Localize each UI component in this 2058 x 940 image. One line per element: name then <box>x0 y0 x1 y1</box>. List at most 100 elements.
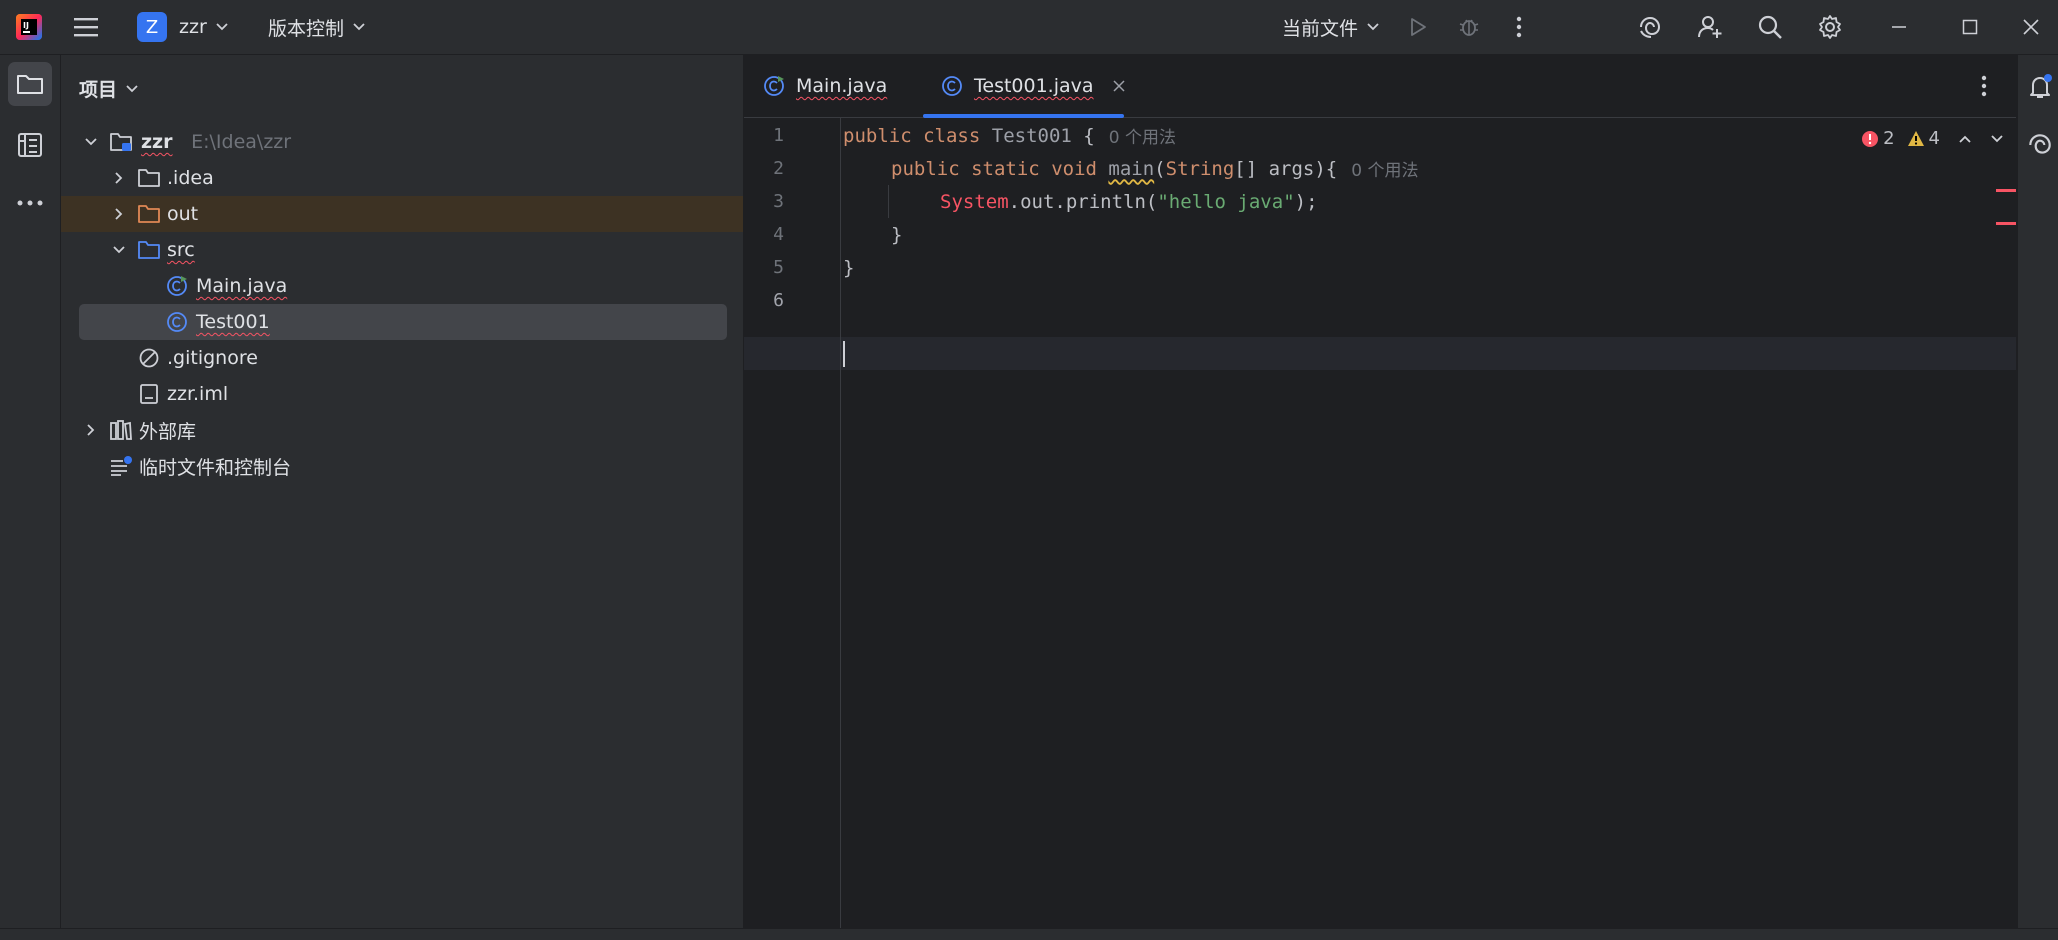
inspection-widget[interactable]: 2 4 <box>1861 128 2004 149</box>
line-number: 1 <box>773 125 784 146</box>
tree-row-gitignore[interactable]: .gitignore <box>61 340 743 376</box>
code-token: [] args){ <box>1234 157 1338 180</box>
error-stripe-mark[interactable] <box>1996 189 2016 192</box>
play-icon <box>1411 18 1426 36</box>
chevron-right-icon[interactable] <box>111 170 127 186</box>
hamburger-icon <box>74 18 98 37</box>
close-window-button[interactable] <box>2012 8 2050 46</box>
run-config-label: 当前文件 <box>1282 17 1359 40</box>
java-main-class-icon <box>165 274 189 298</box>
maximize-button[interactable] <box>1951 8 1989 46</box>
maximize-icon <box>1962 19 1978 35</box>
editor-tabs: Main.java Test001.java <box>744 55 2016 118</box>
run-config-selector[interactable]: 当前文件 <box>1282 0 1380 54</box>
java-main-class-icon <box>764 76 784 96</box>
chevron-down-icon[interactable] <box>111 242 127 258</box>
tab-main-java[interactable]: Main.java <box>762 55 887 117</box>
notifications-button[interactable] <box>2026 73 2054 106</box>
main-menu-button[interactable] <box>68 8 106 46</box>
error-count[interactable]: 2 <box>1861 128 1895 149</box>
code-line-1[interactable]: public class Test001 {0 个用法 <box>843 119 1176 152</box>
gutter-divider <box>840 117 841 939</box>
left-tool-strip <box>0 55 61 939</box>
chevron-down-icon[interactable] <box>1990 134 2004 144</box>
more-tools-button[interactable] <box>8 181 52 225</box>
add-user-icon <box>1698 16 1722 38</box>
tree-label-gitignore: .gitignore <box>167 347 258 369</box>
code-token: public <box>843 124 912 147</box>
warning-count[interactable]: 4 <box>1907 128 1940 149</box>
indent-guide <box>888 185 889 218</box>
chevron-down-icon <box>1367 23 1379 31</box>
tree-row-scratches[interactable]: 临时文件和控制台 <box>61 448 743 484</box>
kebab-icon <box>1981 75 1987 97</box>
chevron-up-icon[interactable] <box>1958 134 1972 144</box>
tree-label-scratches: 临时文件和控制台 <box>139 456 292 479</box>
error-icon <box>1862 130 1879 147</box>
code-token: System <box>940 190 1009 213</box>
right-tool-strip <box>2017 55 2058 939</box>
error-stripe-mark[interactable] <box>1996 222 2016 225</box>
code-token: ( <box>1154 157 1166 180</box>
project-tool-button[interactable] <box>8 62 52 106</box>
tree-row-out[interactable]: out <box>61 196 743 232</box>
debug-button[interactable] <box>1450 8 1488 46</box>
add-user-button[interactable] <box>1691 8 1729 46</box>
title-bar: IJ Z zzr 版本控制 当前文件 <box>0 0 2058 55</box>
chevron-down-icon[interactable] <box>83 134 99 150</box>
more-actions-button[interactable] <box>1500 8 1538 46</box>
project-selector[interactable]: Z zzr <box>137 0 229 54</box>
code-line-4[interactable]: } <box>891 218 902 251</box>
more-icon <box>17 200 43 206</box>
ignore-file-icon <box>137 346 161 370</box>
tree-row-zzr[interactable]: zzr E:\Idea\zzr <box>61 124 743 160</box>
code-line-5[interactable]: } <box>843 251 854 284</box>
tree-row-zzr-iml[interactable]: zzr.iml <box>61 376 743 412</box>
active-tab-indicator <box>923 114 1124 118</box>
code-line-2[interactable]: public static void main(String[] args){0… <box>891 152 1418 185</box>
search-button[interactable] <box>1751 8 1789 46</box>
tree-label-idea: .idea <box>167 167 214 189</box>
tree-label-zzr: zzr <box>141 131 173 153</box>
app-logo-icon[interactable]: IJ <box>14 0 44 54</box>
chevron-down-icon <box>126 84 138 92</box>
vcs-menu[interactable]: 版本控制 <box>268 0 366 54</box>
settings-button[interactable] <box>1811 8 1849 46</box>
code-line-3[interactable]: System .out.println("hello java"); <box>940 185 1318 218</box>
search-icon <box>1758 15 1782 39</box>
run-button[interactable] <box>1399 8 1437 46</box>
tree-row-idea[interactable]: .idea <box>61 160 743 196</box>
minimize-button[interactable] <box>1880 8 1918 46</box>
folder-icon <box>17 75 43 94</box>
tree-label-test001: Test001 <box>196 311 270 333</box>
code-token: Test001 <box>991 124 1072 147</box>
gear-icon <box>1819 15 1841 39</box>
structure-tool-button[interactable] <box>8 123 52 167</box>
folder-icon <box>137 166 161 190</box>
tree-row-test001[interactable]: Test001 <box>79 304 727 340</box>
usage-hint[interactable]: 0 个用法 <box>1351 156 1418 181</box>
source-folder-icon <box>137 238 161 262</box>
bell-icon <box>2030 74 2052 98</box>
tree-label-zzr-iml: zzr.iml <box>167 383 229 405</box>
chevron-right-icon[interactable] <box>83 422 99 438</box>
close-tab-icon[interactable] <box>1112 79 1126 93</box>
ai-assistant-button[interactable] <box>1631 8 1669 46</box>
code-token: } <box>843 256 855 279</box>
tree-label-external-libraries: 外部库 <box>139 420 197 443</box>
ai-chat-button[interactable] <box>2026 131 2054 164</box>
tree-row-external-libraries[interactable]: 外部库 <box>61 412 743 448</box>
usage-hint[interactable]: 0 个用法 <box>1109 123 1176 148</box>
tree-row-src[interactable]: src <box>61 232 743 268</box>
line-number: 6 <box>773 290 784 311</box>
editor-area: Main.java Test001.java 1 2 3 4 5 6 publi… <box>744 55 2016 939</box>
code-token: String <box>1165 157 1235 180</box>
warning-icon <box>1907 130 1924 146</box>
tree-label-src: src <box>167 239 195 261</box>
tab-test001-java[interactable]: Test001.java <box>940 55 1126 117</box>
tree-row-main-java[interactable]: Main.java <box>61 268 743 304</box>
project-panel-header[interactable]: 项目 <box>79 75 139 102</box>
tab-options-button[interactable] <box>1981 55 1987 117</box>
chevron-right-icon[interactable] <box>111 206 127 222</box>
code-token: } <box>891 223 903 246</box>
